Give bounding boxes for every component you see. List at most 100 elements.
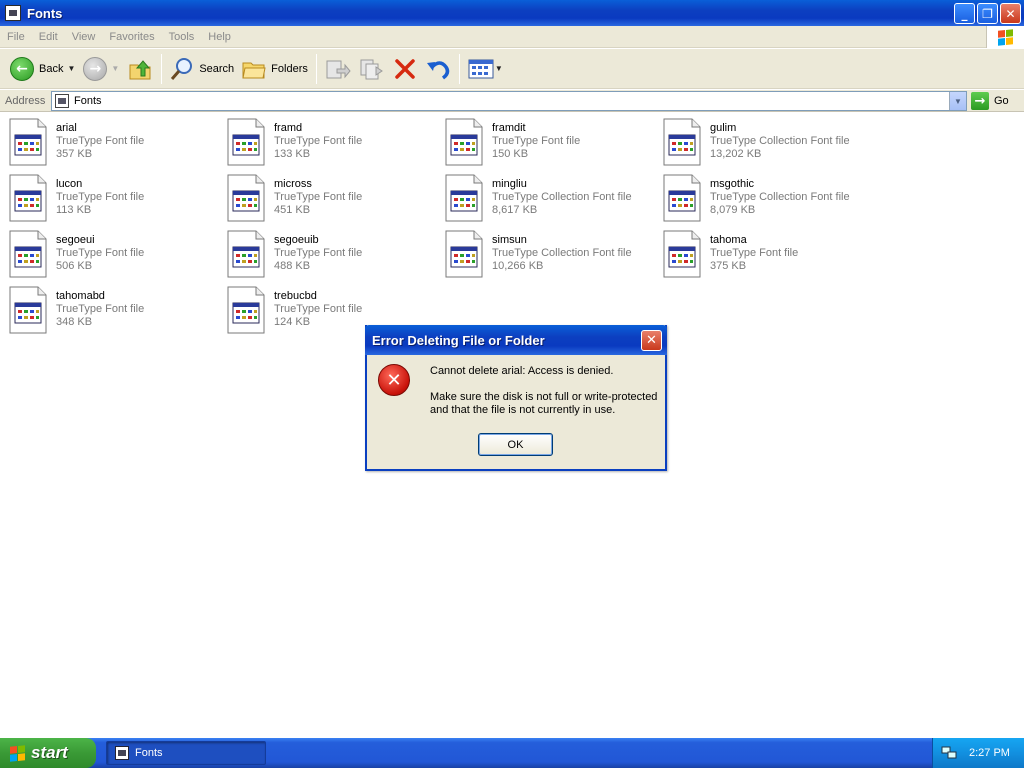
network-icon[interactable] [941,746,957,760]
font-file-icon [444,230,484,278]
title-bar: Fonts _ ❐ ✕ [0,0,1024,26]
move-to-button[interactable] [321,52,355,86]
file-info: simsun TrueType Collection Font file 10,26… [492,230,632,282]
dialog-title-bar: Error Deleting File or Folder ✕ [365,325,667,355]
font-file-icon [8,286,48,334]
file-item-segoeuib[interactable]: segoeuib TrueType Font file 488 KB [226,230,441,282]
address-input[interactable]: Fonts ▼ [51,91,967,111]
menu-favorites[interactable]: Favorites [102,31,161,43]
menu-tools[interactable]: Tools [162,31,202,43]
file-type: TrueType Font file [56,303,145,315]
file-item-lucon[interactable]: lucon TrueType Font file 113 KB [8,174,223,226]
address-bar: Address Fonts ▼ → Go [0,90,1024,112]
folders-button[interactable]: Folders [238,52,312,86]
menu-file[interactable]: File [0,31,32,43]
file-item-mingliu[interactable]: mingliu TrueType Collection Font file 8,61… [444,174,659,226]
file-type: TrueType Collection Font file [710,191,850,203]
font-file-icon [662,174,702,222]
copy-to-icon [360,59,383,79]
file-item-tahomabd[interactable]: tahomabd TrueType Font file 348 KB [8,286,223,338]
file-size: 348 KB [56,316,93,328]
copy-to-button[interactable] [355,52,389,86]
views-icon [468,59,494,78]
back-dropdown-icon[interactable]: ▼ [67,64,75,73]
file-size: 13,202 KB [710,148,762,160]
file-type: TrueType Font file [274,191,363,203]
forward-dropdown-icon[interactable]: ▼ [111,64,119,73]
ok-button[interactable]: OK [478,433,553,456]
file-size: 124 KB [274,316,311,328]
error-icon: ✕ [378,364,410,396]
taskbar-item-fonts[interactable]: Fonts [106,741,266,765]
file-info: segoeui TrueType Font file 506 KB [56,230,144,282]
search-label: Search [199,62,235,75]
file-name: gulim [710,122,737,134]
close-button[interactable]: ✕ [1000,3,1021,24]
file-name: mingliu [492,178,527,190]
fonts-folder-icon [115,746,129,760]
file-name: lucon [56,178,83,190]
file-name: tahomabd [56,290,105,302]
fonts-folder-icon [5,5,21,21]
file-type: TrueType Font file [56,191,145,203]
file-name: arial [56,122,77,134]
delete-button[interactable] [389,52,421,86]
file-size: 451 KB [274,204,311,216]
file-type: TrueType Font file [710,247,799,259]
file-name: framdit [492,122,526,134]
dialog-close-button[interactable]: ✕ [641,330,662,351]
file-item-simsun[interactable]: simsun TrueType Collection Font file 10,26… [444,230,659,282]
file-size: 150 KB [492,148,529,160]
file-type: TrueType Font file [56,135,145,147]
file-item-msgothic[interactable]: msgothic TrueType Collection Font file 8,0… [662,174,877,226]
go-button[interactable]: → Go [971,92,1009,110]
file-type: TrueType Collection Font file [492,247,632,259]
maximize-button[interactable]: ❐ [977,3,998,24]
file-info: lucon TrueType Font file 113 KB [56,174,144,226]
dialog-title: Error Deleting File or Folder [372,332,545,348]
views-dropdown-icon[interactable]: ▼ [495,64,503,73]
file-info: msgothic TrueType Collection Font file 8,0… [710,174,850,226]
clock[interactable]: 2:27 PM [969,747,1010,759]
windows-logo-icon [10,744,25,762]
address-label: Address [5,94,46,107]
file-type: TrueType Collection Font file [492,191,632,203]
views-button[interactable]: ▼ [464,52,507,86]
font-file-icon [662,118,702,166]
address-dropdown-icon[interactable]: ▼ [949,92,966,110]
file-info: framdit TrueType Font file 150 KB [492,118,580,170]
back-label: Back [39,62,64,75]
undo-button[interactable] [421,52,455,86]
forward-button[interactable]: → ▼ [79,52,123,86]
file-item-gulim[interactable]: gulim TrueType Collection Font file 13,202… [662,118,877,170]
folders-label: Folders [271,62,308,75]
menu-help[interactable]: Help [201,31,238,43]
back-button[interactable]: ← Back ▼ [6,52,79,86]
file-item-micross[interactable]: micross TrueType Font file 451 KB [226,174,441,226]
up-button[interactable] [123,52,157,86]
window-title: Fonts [27,5,63,21]
file-item-framd[interactable]: framd TrueType Font file 133 KB [226,118,441,170]
go-icon: → [971,92,989,110]
file-size: 10,266 KB [492,260,544,272]
menu-view[interactable]: View [65,31,103,43]
menu-edit[interactable]: Edit [32,31,65,43]
file-info: micross TrueType Font file 451 KB [274,174,362,226]
file-item-framdit[interactable]: framdit TrueType Font file 150 KB [444,118,659,170]
file-type: TrueType Font file [492,135,581,147]
search-button[interactable]: Search [166,52,238,86]
minimize-button[interactable]: _ [954,3,975,24]
start-button[interactable]: start [0,738,96,768]
file-item-tahoma[interactable]: tahoma TrueType Font file 375 KB [662,230,877,282]
font-file-icon [226,286,266,334]
address-value: Fonts [74,95,102,107]
toolbar: ← Back ▼ → ▼ Search Folders ▼ [0,49,1024,89]
file-name: framd [274,122,303,134]
file-name: trebucbd [274,290,317,302]
file-item-arial[interactable]: arial TrueType Font file 357 KB [8,118,223,170]
font-file-icon [226,230,266,278]
menu-bar: File Edit View Favorites Tools Help [0,26,1024,48]
file-item-segoeui[interactable]: segoeui TrueType Font file 506 KB [8,230,223,282]
file-size: 357 KB [56,148,93,160]
font-file-icon [8,118,48,166]
